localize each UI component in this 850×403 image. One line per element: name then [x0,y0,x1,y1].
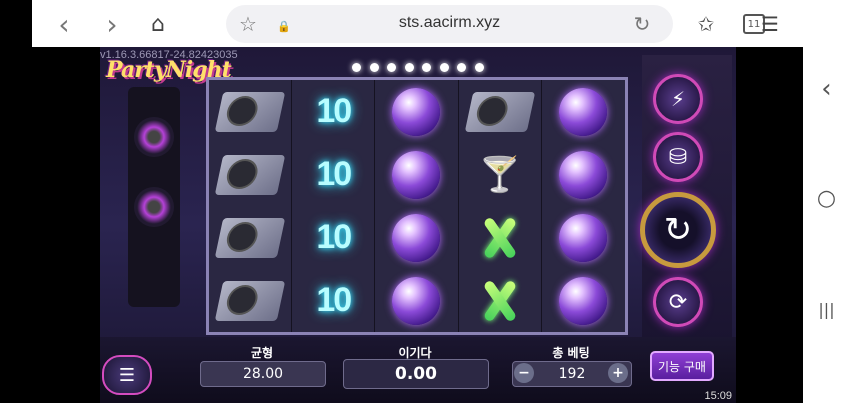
glowstick-symbol [482,278,517,323]
reel-frame: 10 10 🍸 10 10 [206,77,628,335]
address-bar[interactable]: ☆ 🔒 sts.aacirm.xyz ↻ [226,5,673,43]
system-back-icon[interactable]: ‹ [803,74,850,104]
disco-ball-symbol [559,276,608,325]
reel-cell: 10 [292,206,376,269]
reel-cell [541,206,625,269]
ten-symbol: 10 [316,281,352,319]
reel-cell [375,80,459,143]
ten-symbol: 10 [316,155,352,193]
turntable-symbol [464,91,535,132]
decrease-bet-button[interactable]: − [514,363,534,383]
balance-label: 균형 [250,346,274,360]
buy-feature-button[interactable]: 기능 구매 [650,351,714,381]
cocktail-symbol: 🍸 [478,154,521,195]
ten-symbol: 10 [316,218,352,256]
system-home-icon[interactable]: ○ [803,186,850,211]
clock-text: 15:09 [704,390,732,402]
turntable-symbol [214,154,286,195]
game-menu-button[interactable]: ☰ [102,355,152,395]
left-speaker [128,87,180,307]
ten-symbol: 10 [316,92,352,130]
turntable-symbol [214,217,286,258]
reel-cell [458,269,542,332]
autoplay-button[interactable]: ⟳ [653,277,703,327]
disco-ball-symbol [392,150,441,199]
disco-ball-symbol [392,213,441,262]
turbo-button[interactable]: ⚡ [653,74,703,124]
reel-cell: 10 [292,143,376,206]
reel-cell [375,269,459,332]
coins-stack-icon: ⛁ [668,144,688,170]
reel-cell [541,80,625,143]
reel-cell [375,143,459,206]
reload-icon[interactable]: ↻ [628,10,656,38]
disco-ball-symbol [392,276,441,325]
slot-game: v1.16.3.66817-24.82423035 PartyNight 10 1… [100,47,736,403]
stage-lights [352,63,484,73]
reel-cell: 10 [292,269,376,332]
disco-ball-symbol [559,87,608,136]
win-value: 0.00 [343,359,489,389]
reel-cell [458,206,542,269]
turntable-symbol [214,280,286,321]
turntable-symbol [214,91,286,132]
browser-menu-icon[interactable]: ☰ [756,10,784,38]
speaker-cone-top [134,117,174,157]
autoplay-icon: ⟳ [668,289,688,315]
forward-arrow-icon[interactable]: › [98,8,126,41]
reel-cell [541,143,625,206]
disco-ball-symbol [392,87,441,136]
back-arrow-icon[interactable]: ‹ [50,8,78,41]
increase-bet-button[interactable]: + [608,363,628,383]
reel-cell [209,269,293,332]
disco-ball-symbol [559,213,608,262]
reel-cell [458,80,542,143]
reel-cell [209,206,293,269]
spin-button[interactable]: ↻ [640,192,716,268]
favorites-icon[interactable]: ✩ [692,10,720,38]
browser-toolbar: ‹ › ⌂ ☆ 🔒 sts.aacirm.xyz ↻ ✩ 11 ☰ [32,0,818,47]
reel-grid: 10 10 🍸 10 10 [209,80,625,332]
reel-cell [209,80,293,143]
speaker-cone-bottom [134,187,174,227]
glowstick-symbol [482,215,517,260]
disco-ball-symbol [559,150,608,199]
reel-cell [375,206,459,269]
spin-arrow-icon: ↻ [663,210,693,250]
bottom-bar: ☰ 균형 28.00 이기다 0.00 총 베팅 192 − + 기능 구매 1… [100,337,736,403]
total-bet-label: 총 베팅 [552,346,590,360]
reel-cell: 🍸 [458,143,542,206]
bet-settings-button[interactable]: ⛁ [653,132,703,182]
system-nav-bar: ‹ ○ ||| [803,0,850,403]
reel-cell: 10 [292,80,376,143]
lightning-icon: ⚡ [670,87,686,111]
url-text[interactable]: sts.aacirm.xyz [226,14,673,32]
hamburger-icon: ☰ [118,364,136,386]
home-icon[interactable]: ⌂ [144,10,172,38]
system-recents-icon[interactable]: ||| [803,300,850,319]
reel-cell [541,269,625,332]
reel-cell [209,143,293,206]
balance-value: 28.00 [200,361,326,387]
